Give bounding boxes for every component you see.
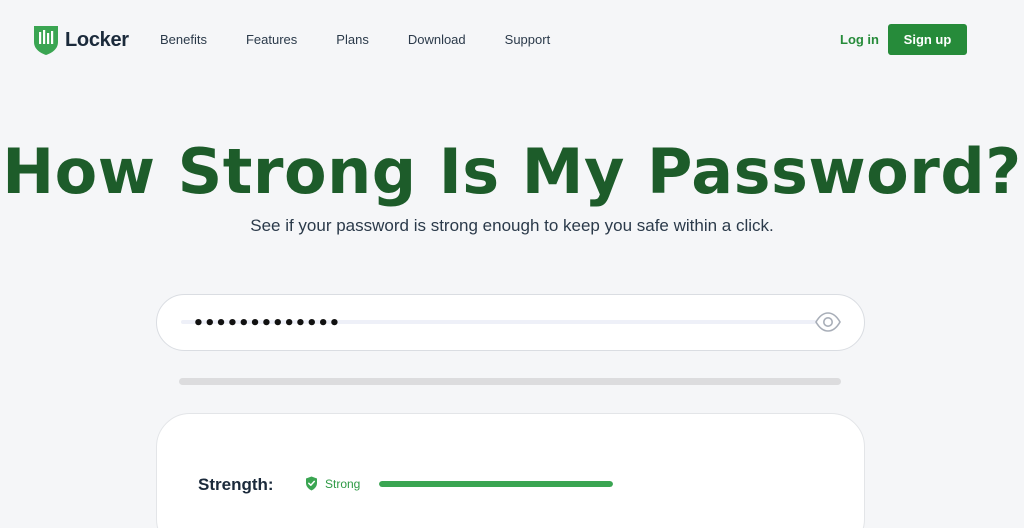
strength-track <box>179 378 841 385</box>
nav-item-plans[interactable]: Plans <box>336 32 369 48</box>
password-field-container[interactable] <box>156 294 865 351</box>
page-title: How Strong Is My Password? <box>2 135 1022 208</box>
brand-name: Locker <box>65 28 129 51</box>
shield-check-icon <box>306 476 317 491</box>
eye-icon[interactable] <box>814 312 842 332</box>
strength-label: Strength: <box>198 475 274 494</box>
site-header: Locker Benefits Features Plans Download … <box>0 0 1024 80</box>
page-subtitle: See if your password is strong enough to… <box>250 216 774 235</box>
password-input[interactable] <box>193 311 793 335</box>
login-link[interactable]: Log in <box>840 32 879 48</box>
strength-meter <box>379 481 613 487</box>
nav-item-benefits[interactable]: Benefits <box>160 32 207 48</box>
locker-logo-icon <box>34 26 58 55</box>
nav-item-download[interactable]: Download <box>408 32 466 48</box>
result-card: Strength: Strong <box>156 413 865 528</box>
nav-item-support[interactable]: Support <box>505 32 551 48</box>
strength-value: Strong <box>325 477 361 491</box>
brand-logo[interactable]: Locker <box>32 24 129 56</box>
nav-item-features[interactable]: Features <box>246 32 297 48</box>
main-nav: Benefits Features Plans Download Support <box>160 32 589 48</box>
strength-meter-fill <box>379 481 613 487</box>
signup-button[interactable]: Sign up <box>888 24 967 55</box>
